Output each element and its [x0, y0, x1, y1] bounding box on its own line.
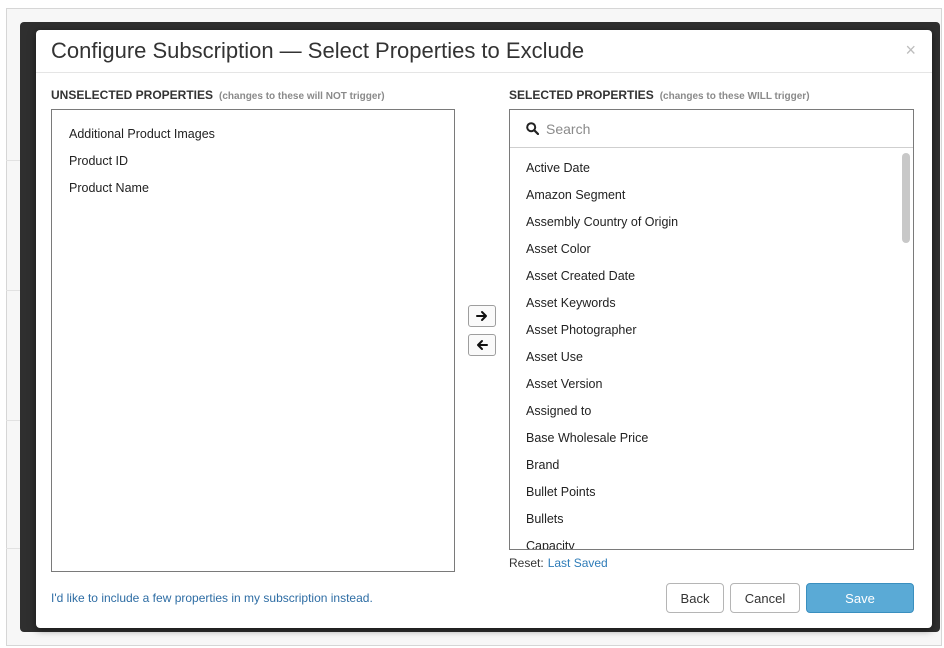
list-item[interactable]: Asset Use [526, 346, 913, 373]
list-item[interactable]: Brand [526, 454, 913, 481]
list-item[interactable]: Asset Color [526, 238, 913, 265]
list-item[interactable]: Base Wholesale Price [526, 427, 913, 454]
list-item[interactable]: Asset Version [526, 373, 913, 400]
list-item[interactable]: Active Date [526, 157, 913, 184]
modal-header: Configure Subscription — Select Properti… [36, 30, 932, 73]
save-button[interactable]: Save [806, 583, 914, 613]
list-item[interactable]: Additional Product Images [69, 123, 454, 150]
list-item[interactable]: Amazon Segment [526, 184, 913, 211]
arrow-right-icon [476, 311, 487, 321]
cancel-button[interactable]: Cancel [730, 583, 800, 613]
search-input[interactable] [544, 118, 888, 140]
move-right-button[interactable] [468, 305, 496, 327]
list-item[interactable]: Bullets [526, 508, 913, 535]
list-item[interactable]: Capacity [526, 535, 913, 549]
unselected-heading-hint: (changes to these will NOT trigger) [219, 91, 385, 102]
list-item[interactable]: Assigned to [526, 400, 913, 427]
list-item[interactable]: Assembly Country of Origin [526, 211, 913, 238]
selected-heading-label: SELECTED PROPERTIES [509, 88, 654, 102]
list-item[interactable]: Asset Keywords [526, 292, 913, 319]
include-properties-link[interactable]: I'd like to include a few properties in … [51, 591, 373, 605]
close-icon[interactable]: × [905, 40, 916, 60]
configure-subscription-modal: Configure Subscription — Select Properti… [36, 30, 932, 628]
list-item[interactable]: Product ID [69, 150, 454, 177]
list-item[interactable]: Product Name [69, 177, 454, 204]
unselected-heading-label: UNSELECTED PROPERTIES [51, 88, 214, 102]
selected-heading: SELECTED PROPERTIES (changes to these WIL… [509, 88, 810, 102]
unselected-properties-list[interactable]: Additional Product Images Product ID Pro… [51, 109, 455, 572]
selected-properties-list[interactable]: Active Date Amazon Segment Assembly Coun… [509, 109, 914, 550]
search-icon [526, 122, 540, 140]
list-item[interactable]: Asset Photographer [526, 319, 913, 346]
arrow-left-icon [477, 340, 488, 350]
selected-items-scroll: Active Date Amazon Segment Assembly Coun… [510, 148, 913, 549]
reset-row: Reset: Last Saved [509, 556, 608, 570]
back-button[interactable]: Back [666, 583, 724, 613]
unselected-heading: UNSELECTED PROPERTIES (changes to these w… [51, 88, 385, 102]
modal-title: Configure Subscription — Select Properti… [51, 38, 585, 63]
reset-last-saved-link[interactable]: Last Saved [548, 556, 608, 570]
selected-heading-hint: (changes to these WILL trigger) [659, 91, 810, 102]
reset-label: Reset: [509, 556, 544, 570]
move-left-button[interactable] [468, 334, 496, 356]
scrollbar-thumb[interactable] [902, 153, 910, 243]
list-item[interactable]: Asset Created Date [526, 265, 913, 292]
list-item[interactable]: Bullet Points [526, 481, 913, 508]
search-row [510, 110, 913, 148]
